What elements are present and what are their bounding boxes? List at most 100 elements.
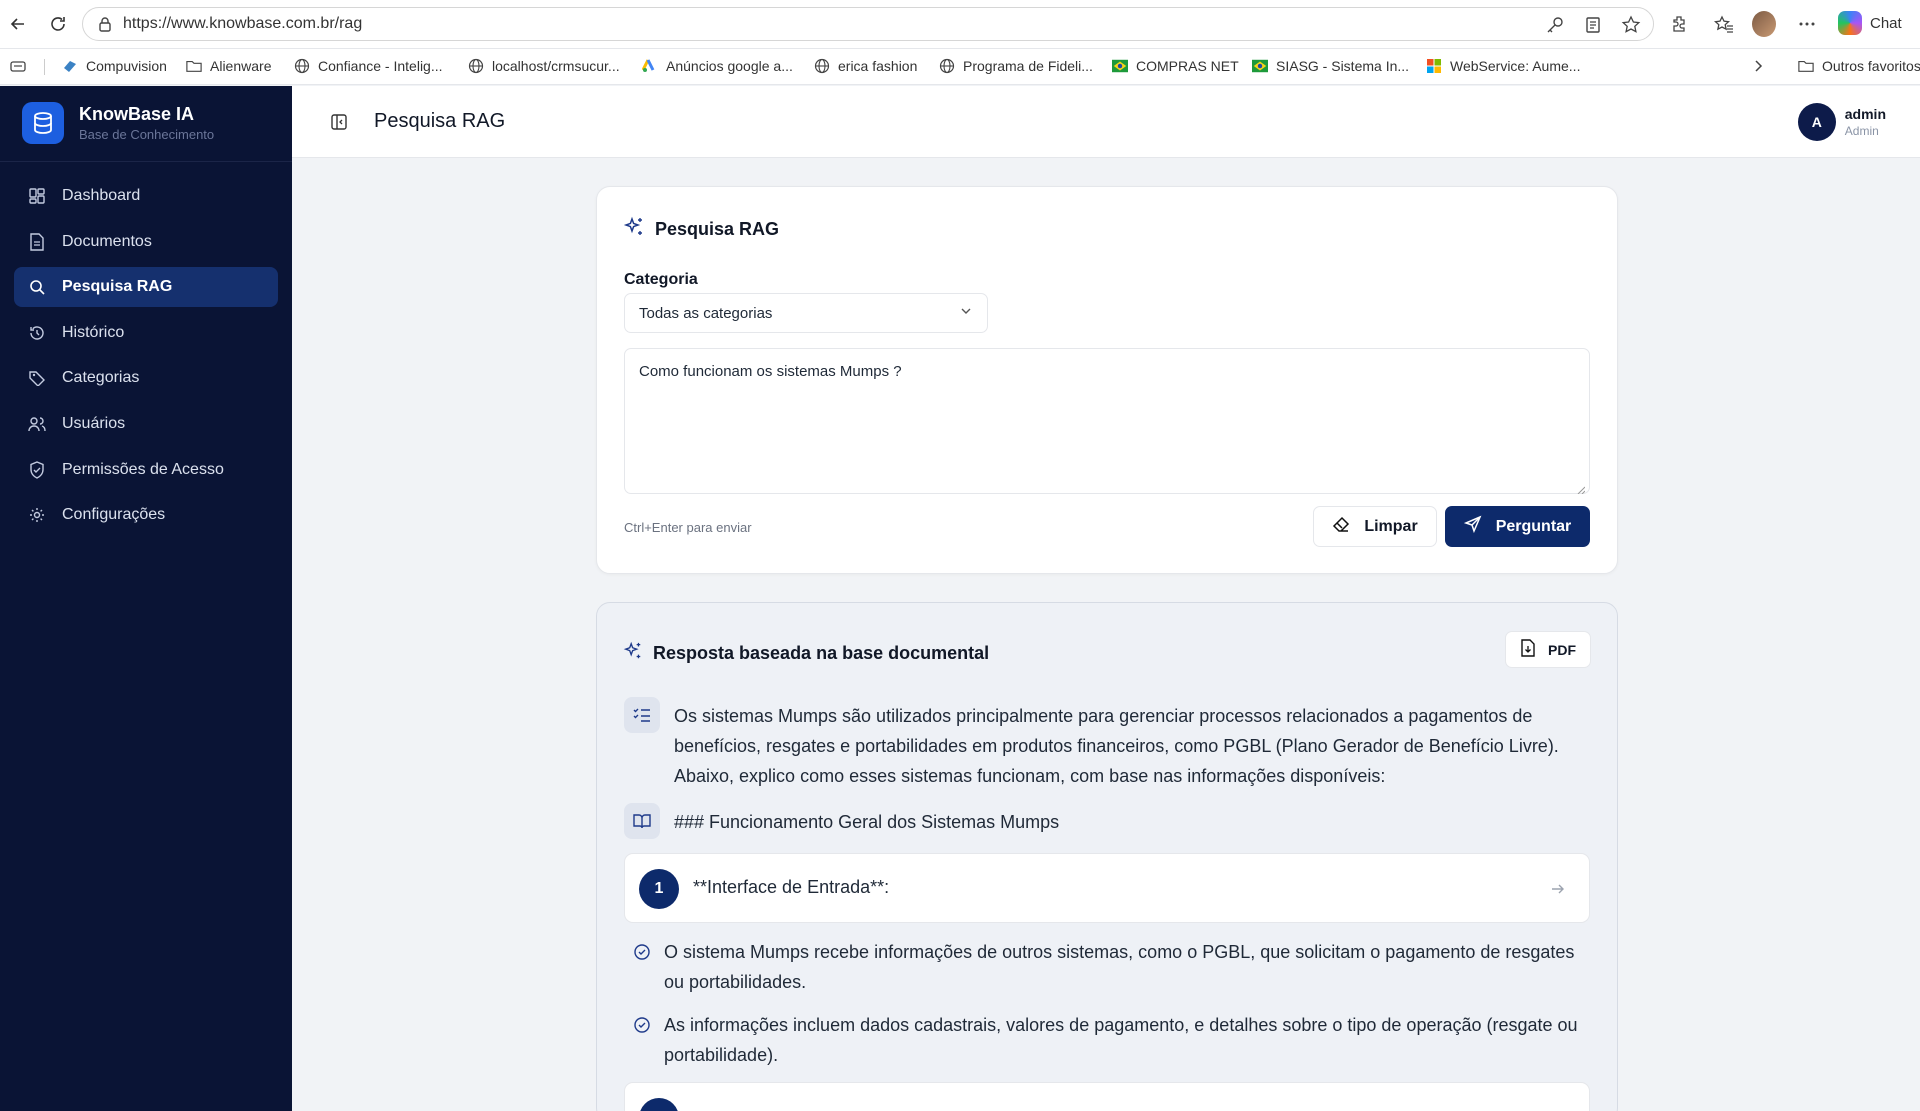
bookmarks-overflow-chevron-icon[interactable] xyxy=(1750,58,1766,74)
database-icon xyxy=(22,102,64,144)
brand-subtitle: Base de Conhecimento xyxy=(79,127,215,142)
bookmark-compras-net[interactable]: COMPRAS NET xyxy=(1112,58,1239,74)
bookmark-alienware[interactable]: Alienware xyxy=(186,58,271,74)
app-header: Pesquisa RAG A admin Admin xyxy=(292,86,1920,158)
chat-label: Chat xyxy=(1870,14,1902,32)
folder-icon xyxy=(186,58,202,74)
lock-icon xyxy=(97,16,113,32)
step-number xyxy=(639,1098,679,1111)
microsoft-icon xyxy=(1426,58,1442,74)
back-icon[interactable] xyxy=(6,12,30,36)
answer-step[interactable]: 1 **Interface de Entrada**: xyxy=(624,853,1590,923)
reader-icon[interactable] xyxy=(1583,15,1603,40)
sidebar-item-pesquisa-rag[interactable]: Pesquisa RAG xyxy=(14,267,278,308)
avatar: A xyxy=(1797,103,1836,141)
chevron-down-icon xyxy=(959,304,973,322)
extensions-icon[interactable] xyxy=(1668,12,1692,36)
profile-avatar-icon[interactable] xyxy=(1752,11,1776,37)
sidebar-toggle-icon[interactable] xyxy=(330,113,348,131)
sidebar-menu: Dashboard Documentos Pesquisa RAG Histór… xyxy=(14,176,278,541)
globe-icon xyxy=(939,58,955,74)
globe-icon xyxy=(294,58,310,74)
clear-button[interactable]: Limpar xyxy=(1313,506,1437,547)
bookmark-google-ads[interactable]: Anúncios google a... xyxy=(642,58,793,74)
brand-name: KnowBase IA xyxy=(79,104,195,124)
page-title: Pesquisa RAG xyxy=(374,110,506,132)
document-icon xyxy=(28,232,46,251)
arrow-right-icon xyxy=(1549,880,1567,898)
key-icon[interactable] xyxy=(1545,15,1565,40)
send-icon xyxy=(1463,515,1482,538)
copilot-icon xyxy=(1838,11,1862,35)
file-download-icon xyxy=(1520,639,1536,660)
dashboard-icon xyxy=(28,187,46,205)
flag-br-icon xyxy=(1112,58,1128,74)
bookmark-erica-fashion[interactable]: erica fashion xyxy=(814,58,917,74)
shortcut-hint: Ctrl+Enter para enviar xyxy=(624,520,752,535)
globe-icon xyxy=(468,58,484,74)
answer-step-next[interactable] xyxy=(624,1082,1590,1111)
tag-icon xyxy=(28,369,46,387)
bookmark-confiance[interactable]: Confiance - Intelig... xyxy=(294,58,443,74)
bookmark-programa-fidelidade[interactable]: Programa de Fideli... xyxy=(939,58,1093,74)
refresh-icon[interactable] xyxy=(46,12,70,36)
google-ads-icon xyxy=(642,58,658,74)
address-bar[interactable]: https://www.knowbase.com.br/rag xyxy=(82,7,1654,41)
export-pdf-button[interactable]: PDF xyxy=(1505,631,1591,668)
user-menu[interactable]: A admin Admin xyxy=(1797,103,1886,141)
list-item: O sistema Mumps recebe informações de ou… xyxy=(624,937,1584,997)
category-select[interactable]: Todas as categorias xyxy=(624,293,988,333)
sidebar-item-usuarios[interactable]: Usuários xyxy=(14,404,278,444)
sidebar-item-permissoes[interactable]: Permissões de Acesso xyxy=(14,450,278,490)
query-textarea[interactable]: Como funcionam os sistemas Mumps ? xyxy=(624,348,1590,495)
answer-intro: Os sistemas Mumps são utilizados princip… xyxy=(674,706,1559,786)
users-icon xyxy=(28,415,46,433)
user-role: Admin xyxy=(1844,124,1879,138)
user-name: admin xyxy=(1844,106,1886,122)
bookmark-other-favorites[interactable]: Outros favoritos xyxy=(1798,58,1920,74)
answer-heading: ### Funcionamento Geral dos Sistemas Mum… xyxy=(674,812,1060,832)
sidebar-item-historico[interactable]: Histórico xyxy=(14,313,278,353)
brand[interactable]: KnowBase IA Base de Conhecimento xyxy=(22,102,214,144)
compuvision-icon xyxy=(62,58,78,74)
bookmark-compuvision[interactable]: Compuvision xyxy=(62,58,167,74)
answer-card: Resposta baseada na base documental PDF … xyxy=(596,602,1618,1111)
answer-title: Resposta baseada na base documental xyxy=(623,641,989,666)
step-text: **Interface de Entrada**: xyxy=(693,877,890,897)
history-icon xyxy=(28,324,46,342)
star-icon[interactable] xyxy=(1621,15,1641,40)
sidebar-item-dashboard[interactable]: Dashboard xyxy=(14,176,278,216)
search-card-title: Pesquisa RAG xyxy=(623,216,779,243)
category-label: Categoria xyxy=(624,271,698,288)
search-icon xyxy=(28,278,46,296)
sidebar-item-configuracoes[interactable]: Configurações xyxy=(14,495,278,535)
sparkles-icon xyxy=(623,641,643,666)
bookmark-webservice[interactable]: WebService: Aume... xyxy=(1426,58,1580,74)
book-open-icon xyxy=(624,803,660,839)
globe-icon xyxy=(814,58,830,74)
bookmark-siasg[interactable]: SIASG - Sistema In... xyxy=(1252,58,1409,74)
browser-toolbar: https://www.knowbase.com.br/rag Chat xyxy=(0,0,1920,49)
check-circle-icon xyxy=(633,943,651,961)
step-number: 1 xyxy=(639,869,679,909)
shield-icon xyxy=(28,460,46,479)
more-icon[interactable] xyxy=(1795,12,1819,36)
folder-icon xyxy=(1798,58,1814,74)
sparkles-icon xyxy=(623,216,645,243)
eraser-icon xyxy=(1332,515,1350,538)
bookmarks-bar: Compuvision Alienware Confiance - Inteli… xyxy=(0,49,1920,85)
favorites-icon[interactable] xyxy=(1712,12,1736,36)
checklist-icon xyxy=(624,697,660,733)
url-text: https://www.knowbase.com.br/rag xyxy=(123,15,363,32)
ask-button[interactable]: Perguntar xyxy=(1445,506,1590,547)
sidebar-item-categorias[interactable]: Categorias xyxy=(14,358,278,398)
tabs-icon[interactable] xyxy=(10,58,26,74)
resize-handle-icon[interactable] xyxy=(1577,481,1586,495)
sidebar: KnowBase IA Base de Conhecimento Dashboa… xyxy=(0,86,292,1111)
bookmark-localhost[interactable]: localhost/crmsucur... xyxy=(468,58,620,74)
check-circle-icon xyxy=(633,1016,651,1034)
copilot-chat-button[interactable]: Chat xyxy=(1838,11,1902,35)
sidebar-item-documentos[interactable]: Documentos xyxy=(14,222,278,262)
search-card: Pesquisa RAG Categoria Todas as categori… xyxy=(596,186,1618,574)
list-item: As informações incluem dados cadastrais,… xyxy=(624,1010,1584,1070)
